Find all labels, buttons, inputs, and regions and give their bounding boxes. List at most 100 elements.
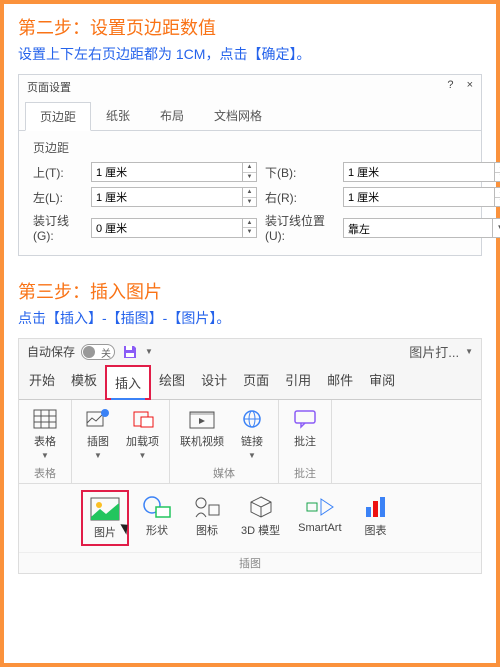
label-gutter-pos: 装订线位置(U): <box>265 212 335 243</box>
addins-icon <box>129 407 157 431</box>
dialog-tabs: 页边距 纸张 布局 文档网格 <box>19 101 481 131</box>
comment-button[interactable]: 批注 <box>285 404 325 452</box>
video-label: 联机视频 <box>180 433 224 449</box>
input-top[interactable]: ▲▼ <box>91 162 257 182</box>
tab-margins[interactable]: 页边距 <box>25 102 91 131</box>
spin-down-icon[interactable]: ▼ <box>243 173 256 182</box>
gallery-picture-label: 图片 <box>94 524 116 540</box>
chevron-down-icon[interactable]: ▼ <box>492 219 500 237</box>
video-icon <box>188 407 216 431</box>
spin-down-icon[interactable]: ▼ <box>243 198 256 207</box>
word-ribbon: 自动保存 关 ▼ 图片打... ▼ 开始 模板 插入 绘图 设计 页面 引用 邮… <box>18 338 482 574</box>
tab-layout[interactable]: 布局 <box>145 101 199 130</box>
spin-down-icon[interactable]: ▼ <box>495 173 500 182</box>
gallery-group-label: 插图 <box>19 552 481 573</box>
tab-insert[interactable]: 插入 <box>105 365 151 400</box>
chevron-down-icon: ▼ <box>248 451 256 460</box>
autosave-toggle[interactable]: 关 <box>81 344 115 360</box>
illustrations-button[interactable]: 插图 ▼ <box>78 404 118 463</box>
group-comment-label: 批注 <box>294 465 316 481</box>
label-bottom: 下(B): <box>265 164 335 181</box>
label-gutter: 装订线(G): <box>33 212 83 243</box>
value-gutter[interactable] <box>92 219 242 237</box>
help-button[interactable]: ? <box>447 79 453 91</box>
close-button[interactable]: × <box>467 79 473 91</box>
gallery-smartart[interactable]: SmartArt <box>292 490 347 538</box>
comment-icon <box>291 407 319 431</box>
spin-down-icon[interactable]: ▼ <box>243 228 256 237</box>
dialog-title: 页面设置 <box>27 79 71 95</box>
group-media-label: 媒体 <box>213 465 235 481</box>
group-blank <box>119 469 122 481</box>
label-right: 右(R): <box>265 189 335 206</box>
tables-label: 表格 <box>34 433 56 449</box>
ribbon-tabs: 开始 模板 插入 绘图 设计 页面 引用 邮件 审阅 <box>19 364 481 400</box>
online-video-button[interactable]: 联机视频 <box>176 404 228 452</box>
spin-up-icon[interactable]: ▲ <box>243 163 256 173</box>
value-right[interactable] <box>344 188 494 206</box>
chevron-down-icon: ▼ <box>41 451 49 460</box>
gallery-smartart-label: SmartArt <box>298 522 341 534</box>
spin-up-icon[interactable]: ▲ <box>243 219 256 229</box>
input-left[interactable]: ▲▼ <box>91 187 257 207</box>
gallery-shapes-label: 形状 <box>146 522 168 538</box>
toggle-state: 关 <box>101 345 111 360</box>
link-button[interactable]: 链接 ▼ <box>232 404 272 463</box>
spin-up-icon[interactable]: ▲ <box>243 188 256 198</box>
step3-title: 第三步：插入图片 <box>18 278 482 304</box>
gallery-icons[interactable]: 图标 <box>185 490 229 542</box>
spin-up-icon[interactable]: ▲ <box>495 163 500 173</box>
gallery-picture[interactable]: 图片 <box>81 490 129 546</box>
tables-button[interactable]: 表格 ▼ <box>25 404 65 463</box>
gallery-3d-model[interactable]: 3D 模型 <box>235 490 286 542</box>
tab-paper[interactable]: 纸张 <box>91 101 145 130</box>
cube-icon <box>245 494 277 520</box>
shapes-icon <box>141 494 173 520</box>
spin-down-icon[interactable]: ▼ <box>495 198 500 207</box>
illustrations-label: 插图 <box>87 433 109 449</box>
input-right[interactable]: ▲▼ <box>343 187 500 207</box>
input-gutter[interactable]: ▲▼ <box>91 218 257 238</box>
value-left[interactable] <box>92 188 242 206</box>
page-setup-dialog: 页面设置 ? × 页边距 纸张 布局 文档网格 页边距 上(T): ▲▼ 下(B… <box>18 74 482 256</box>
chevron-down-icon[interactable]: ▼ <box>145 347 153 356</box>
gallery-chart[interactable]: 图表 <box>354 490 398 542</box>
input-bottom[interactable]: ▲▼ <box>343 162 500 182</box>
value-gutter-pos: 靠左 <box>344 219 492 237</box>
tab-mail[interactable]: 邮件 <box>319 364 361 399</box>
illustrations-icon <box>84 407 112 431</box>
comment-label: 批注 <box>294 433 316 449</box>
link-icon <box>238 407 266 431</box>
tab-review[interactable]: 审阅 <box>361 364 403 399</box>
illustrations-gallery: 图片 形状 图标 3D 模型 SmartArt 图表 <box>19 483 481 552</box>
gallery-3d-label: 3D 模型 <box>241 522 280 538</box>
value-top[interactable] <box>92 163 242 181</box>
tab-home[interactable]: 开始 <box>21 364 63 399</box>
link-label: 链接 <box>241 433 263 449</box>
tab-draw[interactable]: 绘图 <box>151 364 193 399</box>
chart-icon <box>360 494 392 520</box>
save-icon[interactable] <box>121 343 139 361</box>
step3-desc: 点击【插入】-【插图】-【图片】。 <box>18 308 482 328</box>
tab-references[interactable]: 引用 <box>277 364 319 399</box>
addins-button[interactable]: 加载项 ▼ <box>122 404 163 463</box>
tab-page[interactable]: 页面 <box>235 364 277 399</box>
value-bottom[interactable] <box>344 163 494 181</box>
group-tables-label: 表格 <box>34 465 56 481</box>
gallery-shapes[interactable]: 形状 <box>135 490 179 542</box>
combo-gutter-pos[interactable]: 靠左▼ <box>343 218 500 238</box>
tab-grid[interactable]: 文档网格 <box>199 101 277 130</box>
addins-label: 加载项 <box>126 433 159 449</box>
icons-icon <box>191 494 223 520</box>
margins-section-label: 页边距 <box>33 139 467 156</box>
tab-template[interactable]: 模板 <box>63 364 105 399</box>
spin-up-icon[interactable]: ▲ <box>495 188 500 198</box>
chevron-down-icon[interactable]: ▼ <box>465 347 473 356</box>
label-left: 左(L): <box>33 189 83 206</box>
chevron-down-icon: ▼ <box>94 451 102 460</box>
tab-design[interactable]: 设计 <box>193 364 235 399</box>
autosave-label: 自动保存 <box>27 343 75 360</box>
gallery-icons-label: 图标 <box>196 522 218 538</box>
label-top: 上(T): <box>33 164 83 181</box>
table-icon <box>31 407 59 431</box>
